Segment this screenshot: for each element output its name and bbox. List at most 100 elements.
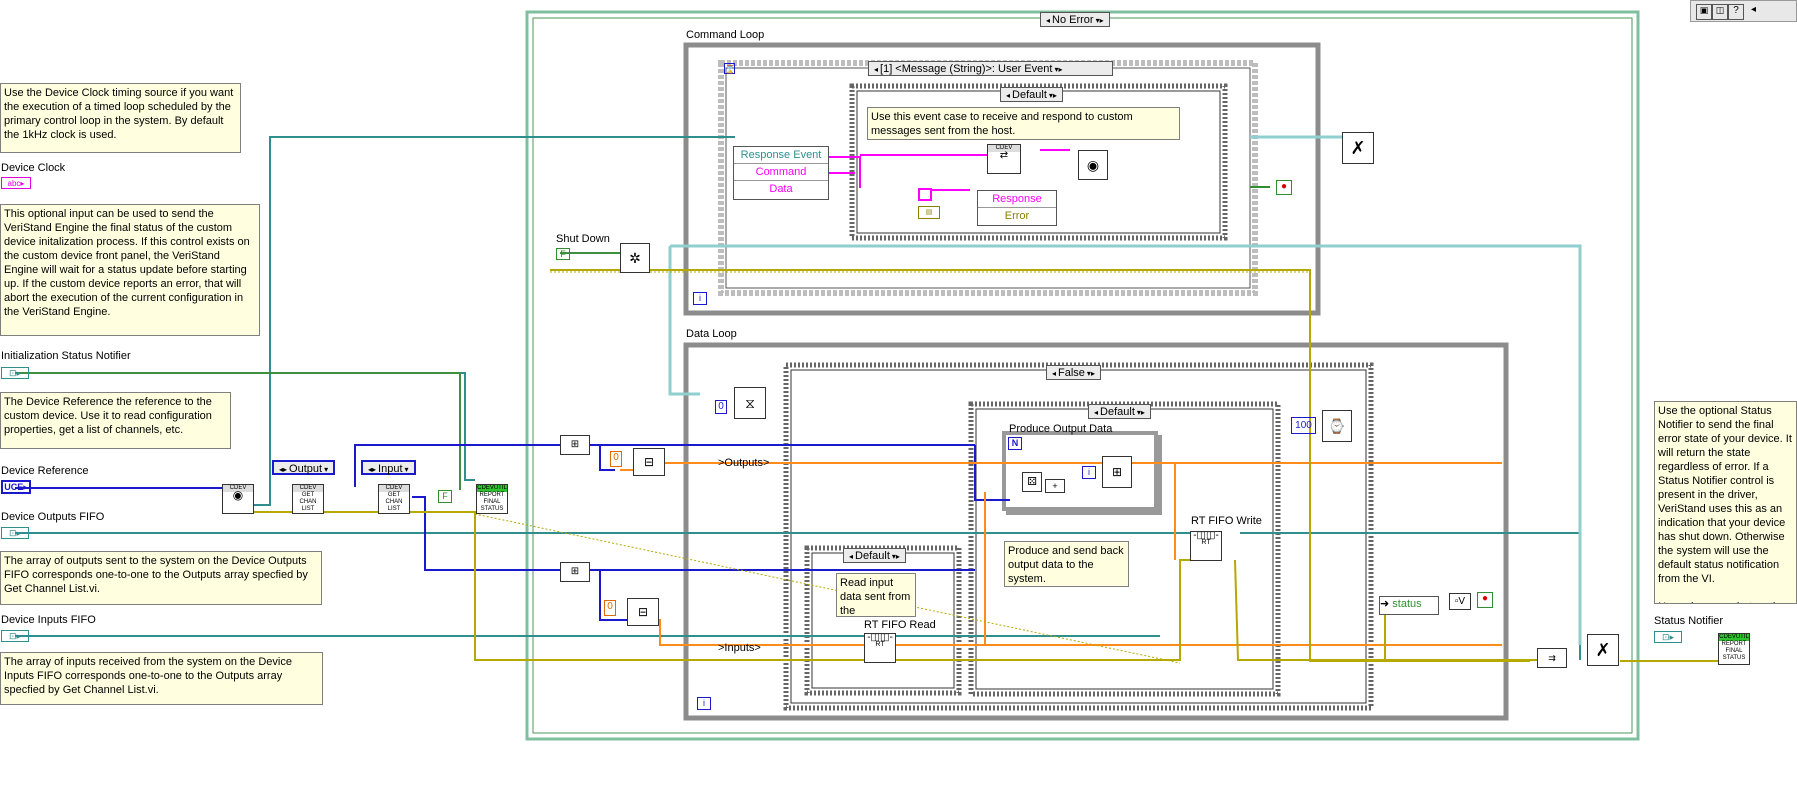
loop-count-terminal: N xyxy=(1008,437,1022,450)
stop-terminal-command[interactable]: ● xyxy=(1276,180,1292,195)
release-notifier-subvi[interactable]: ✗ xyxy=(1587,634,1619,666)
wait-zero-constant[interactable]: 0 xyxy=(715,400,727,414)
wait-ms-constant[interactable]: 100 xyxy=(1291,417,1316,434)
shut-down-label: Shut Down xyxy=(556,233,610,245)
merge-errors-node[interactable]: ⇉ xyxy=(1537,648,1567,668)
read-case-selector[interactable]: ◂ Default ▾▸ xyxy=(843,548,906,563)
inputs-zero-constant[interactable]: 0 xyxy=(604,600,616,616)
rt-fifo-write-subvi[interactable]: -◫◫- RT xyxy=(1190,531,1222,561)
rt-fifo-read-icon: -◫◫- xyxy=(867,633,893,643)
send-response-icon: ⇄ xyxy=(999,150,1009,161)
event-data-data: Data xyxy=(769,183,793,195)
wait-ms-node[interactable]: ⌚ xyxy=(1322,410,1352,442)
device-clock-note: Use the Device Clock timing source if yo… xyxy=(0,83,241,153)
array-size-inputs-node[interactable]: ⊞ xyxy=(560,562,590,582)
device-clock-terminal[interactable]: abc▸ xyxy=(1,177,31,189)
open-device-subvi[interactable]: CDEV ◉ xyxy=(222,484,254,514)
rt-fifo-write-icon: -◫◫- xyxy=(1193,531,1219,541)
status-notifier-label: Status Notifier xyxy=(1654,615,1724,627)
outputs-zero-constant[interactable]: 0 xyxy=(610,451,622,467)
rt-fifo-read-label: RT FIFO Read xyxy=(864,619,936,631)
data-case-selector[interactable]: ◂ False ▾▸ xyxy=(1046,365,1101,380)
help-icon[interactable]: ? xyxy=(1728,4,1744,20)
event-data-response-event: Response Event xyxy=(734,147,828,164)
replace-array-subset-node[interactable]: ⊞ xyxy=(1102,456,1132,488)
error-case-selector[interactable]: ◂ No Error ▾▸ xyxy=(1040,12,1110,27)
output-ring-constant[interactable]: ◂▸ Output ▾ xyxy=(272,460,336,475)
release-event-subvi[interactable]: ✗ xyxy=(1342,132,1374,164)
add-node[interactable]: + xyxy=(1045,479,1065,493)
init-status-note: This optional input can be used to send … xyxy=(0,204,260,336)
read-input-note: Read input data sent from the xyxy=(836,573,916,617)
produce-output-data-label: Produce Output Data xyxy=(1009,423,1113,435)
device-inputs-fifo-terminal[interactable]: ⊡▸ xyxy=(1,630,29,642)
wait-notifier-subvi[interactable]: ⧖ xyxy=(734,387,766,419)
stop-terminal-data[interactable]: ● xyxy=(1477,592,1493,608)
outputs-fifo-note: The array of outputs sent to the system … xyxy=(0,551,322,605)
init-array-outputs-node[interactable]: ⊟ xyxy=(633,448,665,476)
status-label: status xyxy=(1392,598,1422,610)
lock-icon[interactable]: ▣ xyxy=(1696,4,1712,20)
device-inputs-fifo-label: Device Inputs FIFO xyxy=(1,614,96,626)
get-chan-list-label: GET CHAN LIST xyxy=(385,492,403,512)
produce-send-note: Produce and send back output data to the… xyxy=(1004,541,1129,587)
report-final-status-label: REPORT FINAL STATUS xyxy=(1721,641,1747,661)
data-loop-label: Data Loop xyxy=(686,328,737,340)
get-chan-list-input-subvi[interactable]: CDEV GET CHAN LIST xyxy=(378,484,410,514)
shut-down-notifier-subvi[interactable]: ✲ xyxy=(620,243,650,273)
event-case-note: Use this event case to receive and respo… xyxy=(867,107,1180,140)
error-constant[interactable]: ▤ xyxy=(918,206,940,219)
device-outputs-fifo-label: Device Outputs FIFO xyxy=(1,511,105,523)
status-unbundle-node: ➜ status xyxy=(1379,596,1439,615)
event-signal-subvi[interactable]: ◉ xyxy=(1078,150,1108,180)
cdevutil-label: CDEVUTIL xyxy=(477,485,507,492)
for-loop-iteration-terminal: i xyxy=(1082,466,1096,479)
message-case-selector[interactable]: ◂ Default ▾▸ xyxy=(1000,87,1063,102)
data-loop-frame[interactable] xyxy=(683,342,1509,721)
status-notifier-terminal[interactable]: ⊡▸ xyxy=(1654,631,1682,643)
event-case-selector[interactable]: ◂ [1] <Message (String)>: User Event ▾▸ xyxy=(868,61,1113,76)
report-final-status-right-subvi[interactable]: CDEVUTIL REPORT FINAL STATUS xyxy=(1718,633,1750,665)
unlock-icon[interactable]: ◫ xyxy=(1712,4,1728,20)
device-clock-label: Device Clock xyxy=(1,162,66,174)
unbundle-response: Response xyxy=(978,191,1056,208)
outputs-tunnel-label: >Outputs> xyxy=(718,457,770,469)
cdevutil-label: CDEVUTIL xyxy=(1719,634,1749,641)
init-status-notifier-terminal[interactable]: ⊡▸ xyxy=(1,367,29,379)
device-reference-terminal[interactable]: UCE▸ xyxy=(1,480,31,494)
device-reference-label: Device Reference xyxy=(1,465,89,477)
status-unbundle-arrow-icon: ➜ xyxy=(1380,598,1390,610)
get-chan-list-label: GET CHAN LIST xyxy=(299,492,317,512)
false-constant[interactable]: F xyxy=(438,490,452,503)
unbundle-node: Response Error xyxy=(977,190,1057,226)
cdev-label: CDEV xyxy=(379,485,409,492)
inputs-fifo-note: The array of inputs received from the sy… xyxy=(0,652,323,705)
array-size-outputs-node[interactable]: ⊞ xyxy=(560,435,590,455)
command-loop-label: Command Loop xyxy=(686,29,765,41)
iteration-terminal-data: i xyxy=(697,697,711,710)
random-number-node[interactable]: ⚄ xyxy=(1022,472,1042,492)
iteration-terminal: i xyxy=(693,292,707,305)
send-response-subvi[interactable]: CDEV ⇄ xyxy=(987,144,1021,174)
or-node[interactable]: ▫V xyxy=(1449,593,1471,610)
report-final-status-label: REPORT FINAL STATUS xyxy=(479,492,505,512)
report-final-status-subvi[interactable]: CDEVUTIL REPORT FINAL STATUS xyxy=(476,484,508,514)
toolbar: ▣ ◫ ? ◂ xyxy=(1690,0,1797,22)
event-timeout-terminal[interactable]: ⌛ xyxy=(724,63,735,74)
unbundle-error: Error xyxy=(1004,210,1030,222)
shut-down-terminal[interactable]: F xyxy=(556,248,570,260)
rt-fifo-read-subvi[interactable]: -◫◫- RT xyxy=(864,633,896,663)
pink-string-constant[interactable] xyxy=(918,188,932,201)
device-reference-note: The Device Reference the reference to th… xyxy=(0,392,231,449)
event-data-command: Command xyxy=(734,164,828,181)
cdev-label: CDEV xyxy=(293,485,323,492)
inputs-tunnel-label: >Inputs> xyxy=(718,642,761,654)
rt-fifo-write-label: RT FIFO Write xyxy=(1191,515,1262,527)
device-outputs-fifo-terminal[interactable]: ⊡▸ xyxy=(1,527,29,539)
scroll-left-icon[interactable]: ◂ xyxy=(1751,4,1756,15)
input-ring-constant[interactable]: ◂▸ Input ▾ xyxy=(361,460,416,475)
init-array-inputs-node[interactable]: ⊟ xyxy=(627,598,659,626)
open-device-icon: ◉ xyxy=(232,488,244,502)
get-chan-list-output-subvi[interactable]: CDEV GET CHAN LIST xyxy=(292,484,324,514)
produce-case-selector[interactable]: ◂ Default ▾▸ xyxy=(1088,404,1151,419)
